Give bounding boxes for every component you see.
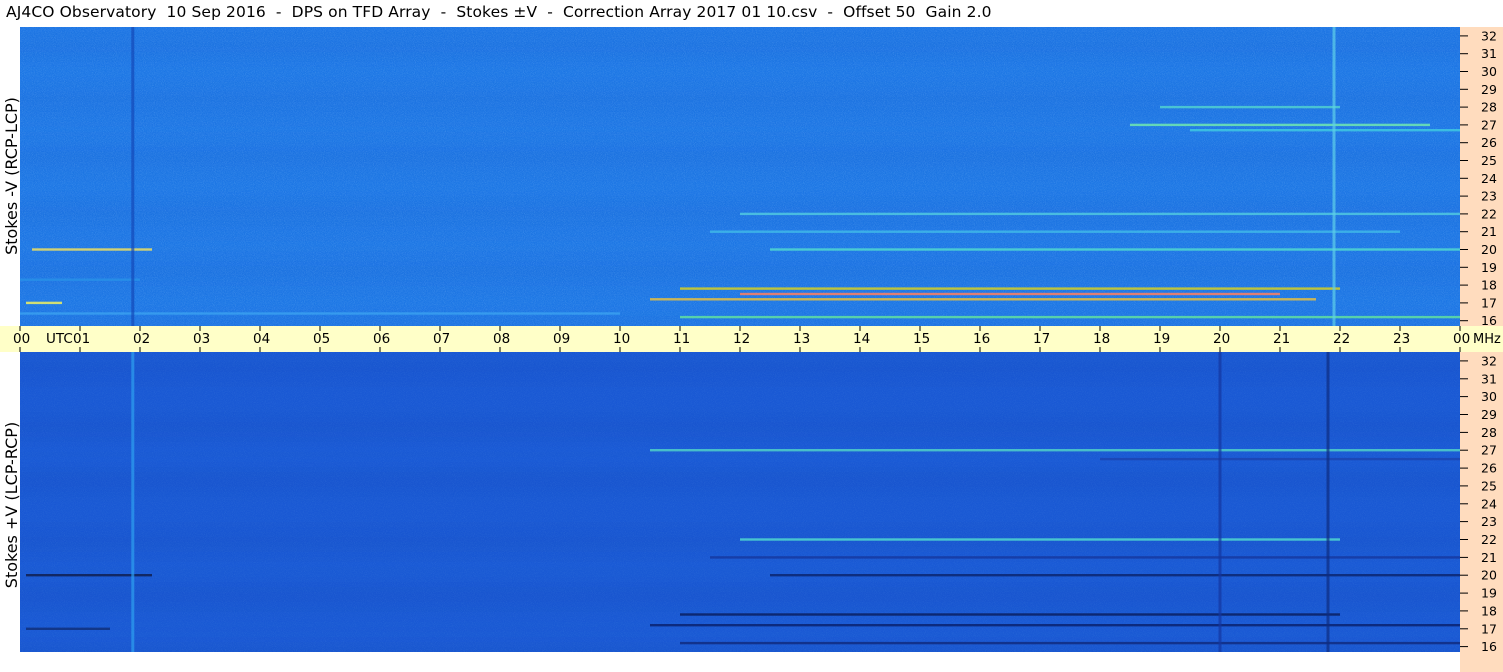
emission-band [20, 312, 620, 315]
emission-band [770, 574, 1460, 577]
freq-tick-label: 22 [1481, 532, 1497, 547]
freq-tick-label: 21 [1481, 224, 1497, 239]
freq-tick-label: 28 [1481, 100, 1497, 115]
freq-tick-label: 26 [1481, 135, 1497, 150]
time-tick-label: 17 [1033, 331, 1050, 347]
time-tick-label: 21 [1273, 331, 1290, 347]
time-tick-label: 13 [793, 331, 810, 347]
time-tick-label: 19 [1153, 331, 1170, 347]
time-tick-label: 00 [1453, 331, 1470, 347]
freq-tick-label: 25 [1481, 478, 1497, 493]
top-ylabel: Stokes -V (RCP-LCP) [2, 97, 21, 255]
freq-tick-label: 24 [1481, 496, 1497, 511]
interference-line [131, 27, 135, 326]
emission-band [650, 449, 1460, 452]
freq-tick-label: 16 [1481, 313, 1497, 328]
emission-band [1190, 129, 1460, 132]
freq-tick-label: 32 [1481, 28, 1497, 43]
emission-band [1160, 105, 1340, 109]
emission-band [740, 538, 1340, 541]
emission-band [740, 212, 1460, 216]
freq-tick-label: 28 [1481, 425, 1497, 440]
interference-line [1326, 352, 1330, 652]
time-tick-label: 08 [493, 331, 510, 347]
time-tick-label: 02 [133, 331, 150, 347]
spectrogram-figure: 16 17 18 19 20 21 22 23 24 25 26 27 28 29 30 31 32 Stoke… [0, 27, 1503, 672]
freq-tick-label: 18 [1481, 278, 1497, 293]
time-tick-label: 22 [1333, 331, 1350, 347]
bottom-ylabel: Stokes +V (LCP-RCP) [2, 422, 21, 588]
emission-band [740, 292, 1280, 296]
freq-tick-label: 26 [1481, 461, 1497, 476]
freq-tick-label: 29 [1481, 82, 1497, 97]
freq-tick-label: 32 [1481, 353, 1497, 368]
time-tick-label: 14 [853, 331, 870, 347]
freq-tick-label: 31 [1481, 46, 1497, 61]
time-axis-bar: 00 01 02 03 04 05 06 07 08 09 10 11 12 13 14 15 16 17 18 19… [0, 326, 1503, 352]
time-tick-label: 23 [1393, 331, 1410, 347]
interference-line [1218, 352, 1222, 652]
top-panel: 16 17 18 19 20 21 22 23 24 25 26 27 28 29 30 31 32 Stoke… [2, 27, 1503, 328]
emission-band [680, 641, 1460, 645]
frequency-unit-label: MHz [1473, 332, 1501, 347]
freq-tick-label: 23 [1481, 189, 1497, 204]
freq-tick-label: 23 [1481, 514, 1497, 529]
time-tick-label: 20 [1213, 331, 1230, 347]
freq-tick-label: 30 [1481, 389, 1497, 404]
freq-tick-label: 31 [1481, 371, 1497, 386]
time-tick-label: 09 [553, 331, 570, 347]
freq-tick-label: 19 [1481, 260, 1497, 275]
emission-band [680, 613, 1340, 616]
time-tick-label: 05 [313, 331, 330, 347]
emission-band [1100, 457, 1460, 461]
emission-band [710, 556, 1460, 559]
freq-tick-label: 17 [1481, 295, 1497, 310]
freq-tick-label: 18 [1481, 603, 1497, 618]
time-tick-label: 01 [73, 331, 90, 347]
time-tick-label: 03 [193, 331, 210, 347]
freq-tick-label: 29 [1481, 407, 1497, 422]
freq-tick-label: 21 [1481, 550, 1497, 565]
emission-band [650, 624, 1460, 627]
freq-tick-label: 30 [1481, 64, 1497, 79]
freq-tick-label: 20 [1481, 568, 1497, 583]
emission-band [26, 301, 62, 305]
emission-band [20, 278, 140, 281]
emission-band [680, 287, 1340, 290]
emission-band [1130, 123, 1430, 127]
time-tick-label: 04 [253, 331, 270, 347]
time-tick-label: 00 [13, 331, 30, 347]
time-tick-label: 16 [973, 331, 990, 347]
time-tick-label: 07 [433, 331, 450, 347]
freq-tick-label: 19 [1481, 586, 1497, 601]
freq-tick-label: 24 [1481, 171, 1497, 186]
emission-band [770, 248, 1460, 251]
freq-tick-label: 27 [1481, 117, 1497, 132]
time-tick-label: 18 [1093, 331, 1110, 347]
freq-tick-label: 20 [1481, 242, 1497, 257]
time-tick-label: 10 [613, 331, 630, 347]
bottom-noise-texture [20, 352, 1460, 652]
freq-tick-label: 25 [1481, 153, 1497, 168]
emission-band [710, 230, 1400, 233]
top-noise-texture [20, 27, 1460, 326]
freq-tick-label: 27 [1481, 443, 1497, 458]
interference-line [1332, 27, 1336, 326]
time-tick-label: 12 [733, 331, 750, 347]
emission-band [26, 627, 110, 630]
time-axis-unit-label: UTC [46, 331, 73, 347]
bottom-panel: 16 17 18 19 20 21 22 23 24 25 26 27 28 29 30 31 32 Stoke… [2, 352, 1503, 672]
freq-tick-label: 16 [1481, 639, 1497, 654]
emission-band [680, 315, 1460, 319]
emission-band [650, 298, 1316, 301]
freq-tick-label: 22 [1481, 206, 1497, 221]
time-tick-label: 11 [673, 331, 690, 347]
time-tick-label: 06 [373, 331, 390, 347]
interference-line [131, 352, 135, 652]
time-tick-label: 15 [913, 331, 930, 347]
freq-tick-label: 17 [1481, 621, 1497, 636]
